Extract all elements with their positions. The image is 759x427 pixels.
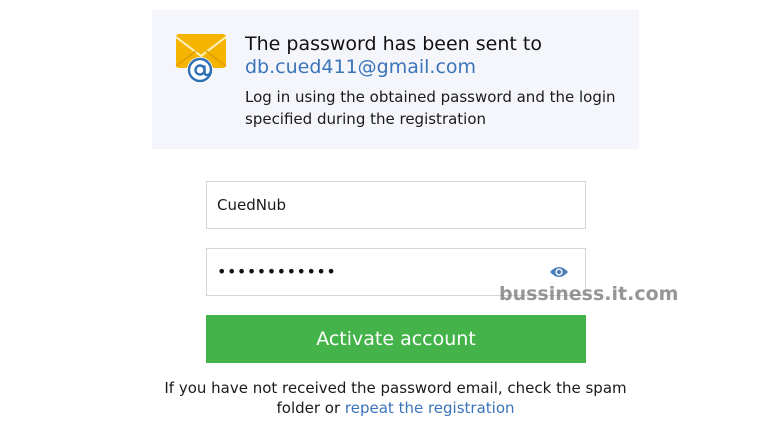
notice-email-link[interactable]: db.cued411@gmail.com	[245, 55, 476, 79]
help-text: If you have not received the password em…	[152, 378, 639, 418]
activate-account-button[interactable]: Activate account	[206, 315, 586, 363]
notice-title: The password has been sent to	[245, 33, 542, 55]
notice-description: Log in using the obtained password and t…	[245, 88, 616, 128]
eye-icon[interactable]	[549, 265, 569, 279]
repeat-registration-link[interactable]: repeat the registration	[345, 399, 515, 417]
login-field[interactable]	[206, 181, 586, 229]
envelope-at-icon	[175, 34, 227, 83]
password-input[interactable]: ••••••••••••	[217, 262, 336, 281]
login-input[interactable]	[207, 182, 585, 228]
password-sent-notice: The password has been sent to db.cued411…	[152, 10, 639, 149]
watermark: bussiness.it.com	[499, 283, 679, 305]
